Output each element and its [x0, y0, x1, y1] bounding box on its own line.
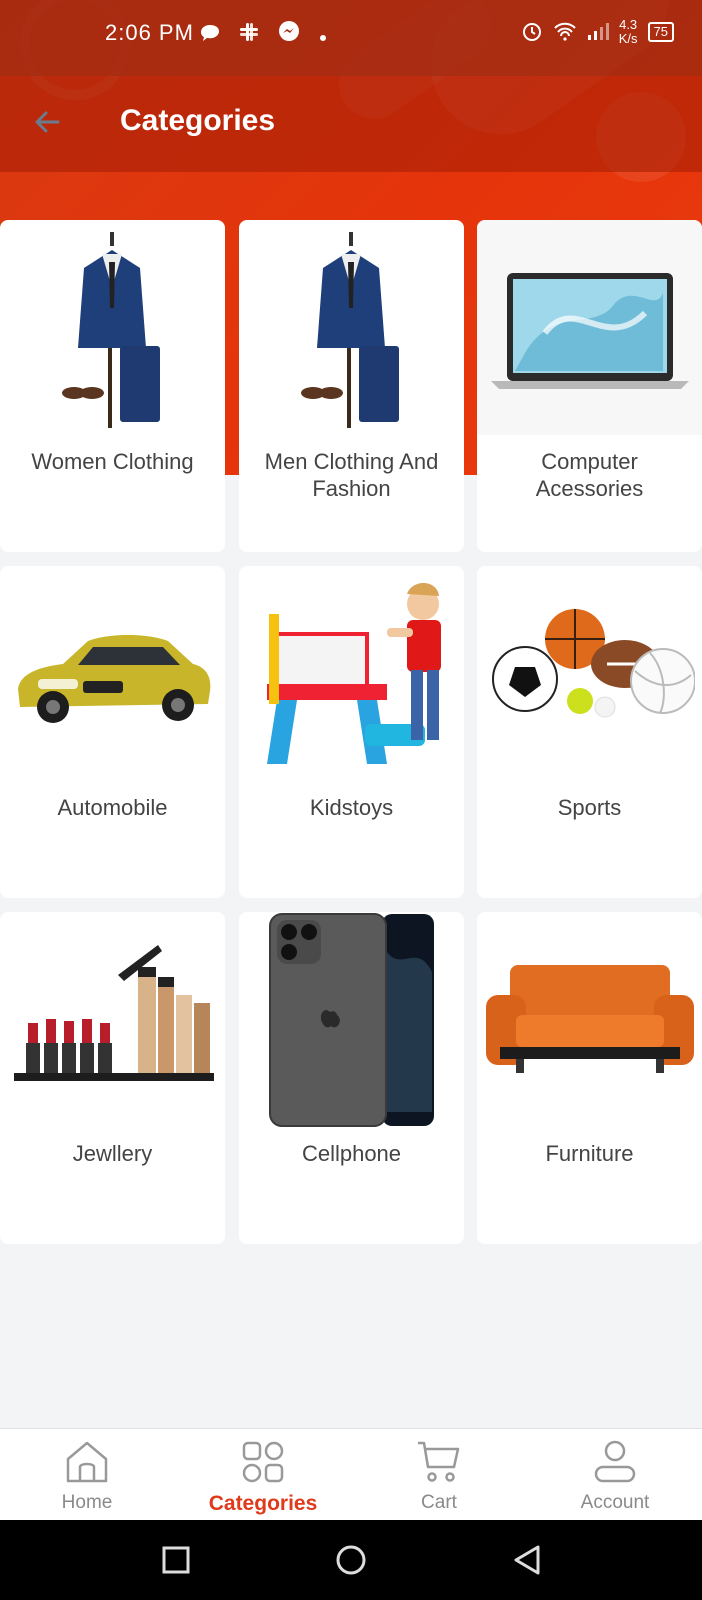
home-system-button[interactable] [335, 1544, 367, 1576]
system-nav-bar [0, 1520, 702, 1600]
suit-image [239, 220, 464, 435]
back-system-button[interactable] [512, 1544, 542, 1576]
category-label: Sports [557, 795, 622, 820]
status-notification-icons [200, 20, 341, 47]
cosmetics-image [0, 912, 225, 1127]
category-card-men-clothing[interactable]: Men Clothing And Fashion [239, 220, 464, 552]
iphone-image [239, 912, 464, 1127]
dot-icon [319, 26, 327, 47]
car-image [0, 566, 225, 781]
category-card-cellphone[interactable]: Cellphone [239, 912, 464, 1244]
home-icon [66, 1441, 108, 1483]
slack-icon [239, 22, 259, 47]
category-card-automobile[interactable]: Automobile [0, 566, 225, 898]
kids-toy-image [239, 566, 464, 781]
nav-label-account: Account [580, 1492, 650, 1513]
network-speed: 4.3 K/s [619, 18, 638, 46]
category-label: Jewllery [72, 1141, 153, 1166]
sofa-image [477, 912, 702, 1127]
category-label: Computer Acessories [535, 449, 644, 501]
status-time: 2:06 PM [105, 20, 194, 45]
wifi-icon [553, 21, 577, 44]
cart-icon [418, 1441, 460, 1482]
nav-label-home: Home [61, 1492, 113, 1513]
back-arrow-icon [35, 111, 60, 133]
laptop-image [477, 220, 702, 435]
category-label: Men Clothing And Fashion [264, 449, 439, 501]
category-card-sports[interactable]: Sports [477, 566, 702, 898]
app-bar: Categories [0, 76, 702, 172]
network-speed-unit: K/s [618, 31, 638, 46]
sports-balls-image [477, 566, 702, 781]
category-label: Women Clothing [31, 449, 194, 474]
status-system-icons: 4.3 K/s 75 [521, 18, 674, 46]
categories-icon [242, 1441, 284, 1483]
category-label: Automobile [57, 795, 168, 820]
category-label: Cellphone [301, 1141, 402, 1166]
page-title: Categories [120, 104, 276, 137]
category-label: Furniture [545, 1141, 634, 1166]
signal-icon [587, 21, 609, 44]
battery-icon: 75 [647, 22, 674, 42]
account-icon [594, 1440, 636, 1483]
nav-item-cart[interactable]: Cart [364, 1439, 514, 1514]
bottom-nav: Home Categories Cart Account [0, 1428, 702, 1521]
nav-item-categories[interactable]: Categories [188, 1439, 338, 1516]
category-label: Kidstoys [309, 795, 394, 820]
category-card-kidstoys[interactable]: Kidstoys [239, 566, 464, 898]
messenger-icon [278, 20, 300, 47]
category-card-computer-accessories[interactable]: Computer Acessories [477, 220, 702, 552]
chat-icon [200, 24, 220, 47]
nav-label-cart: Cart [421, 1492, 457, 1513]
alarm-icon [521, 20, 543, 45]
suit-image [0, 220, 225, 435]
category-card-jewllery[interactable]: Jewllery [0, 912, 225, 1244]
nav-item-account[interactable]: Account [540, 1439, 690, 1514]
recent-apps-button[interactable] [162, 1546, 190, 1574]
nav-label-categories: Categories [208, 1492, 318, 1515]
category-card-furniture[interactable]: Furniture [477, 912, 702, 1244]
network-speed-value: 4.3 [619, 17, 638, 32]
back-button[interactable] [28, 102, 68, 142]
category-card-women-clothing[interactable]: Women Clothing [0, 220, 225, 552]
nav-item-home[interactable]: Home [12, 1439, 162, 1514]
